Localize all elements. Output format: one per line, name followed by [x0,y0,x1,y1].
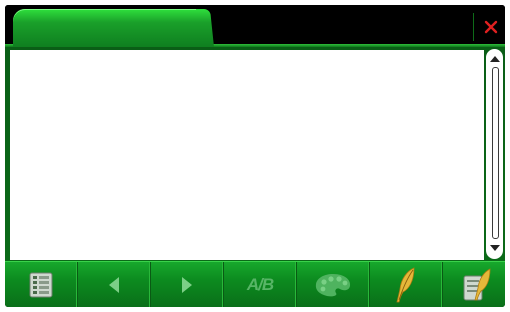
ab-compare-button[interactable]: A/B [224,262,297,307]
list-icon [29,272,53,298]
scroll-thumb[interactable] [492,67,499,239]
palette-button[interactable] [297,262,370,307]
bottom-toolbar: A/B [5,261,505,307]
scroll-up-button[interactable] [486,52,503,66]
next-button[interactable] [151,262,224,307]
text-content [10,50,484,62]
list-button[interactable] [5,262,78,307]
previous-button[interactable] [78,262,151,307]
dictionary-window: A/B [5,5,505,307]
arrow-right-icon [182,277,192,293]
palette-icon [315,274,351,297]
tab-active[interactable] [13,9,205,47]
close-x-icon [484,20,498,34]
scroll-down-button[interactable] [486,241,503,255]
text-panel[interactable] [10,50,484,260]
content-area [5,47,505,261]
notes-pen-icon [463,268,491,301]
ab-compare-label: A/B [246,275,274,294]
notes-pen-button[interactable] [443,262,505,307]
close-button[interactable] [477,11,505,43]
arrow-left-icon [109,277,119,293]
feather-pen-button[interactable] [370,262,443,307]
scroll-down-icon [489,245,500,251]
vertical-scrollbar[interactable] [486,49,503,259]
close-separator [473,13,474,41]
feather-pen-icon [396,267,415,303]
scroll-up-icon [489,56,500,62]
tab-bar [5,5,505,47]
